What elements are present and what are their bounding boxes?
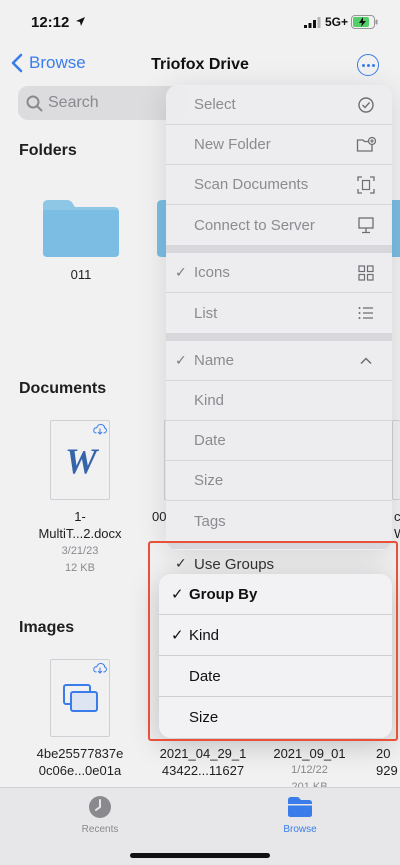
monitor-icon [358, 217, 374, 234]
menu-item-scan-documents[interactable]: Scan Documents [166, 165, 392, 205]
checkmark-icon: ✓ [175, 352, 187, 368]
menu-separator [166, 245, 392, 253]
menu-item-list[interactable]: List [166, 293, 392, 333]
menu-item-icons[interactable]: ✓ Icons [166, 253, 392, 293]
menu-item-sort-name[interactable]: ✓ Name [166, 341, 392, 381]
menu-item-sort-date[interactable]: Date [166, 421, 392, 461]
menu-item-connect-to-server[interactable]: Connect to Server [166, 205, 392, 245]
menu-item-select[interactable]: Select [166, 85, 392, 125]
menu-item-sort-size[interactable]: Size [166, 461, 392, 501]
folder-plus-icon [356, 136, 376, 152]
list-icon [358, 307, 373, 319]
checkmark-icon: ✓ [175, 264, 187, 280]
highlight-annotation [148, 541, 398, 741]
menu-separator [166, 333, 392, 341]
more-options-menu: Select New Folder Scan Documents Connect… [166, 85, 392, 550]
grid-icon [358, 264, 374, 281]
menu-item-sort-kind[interactable]: Kind [166, 381, 392, 421]
checkmark-circle-icon [358, 96, 374, 113]
menu-item-sort-tags[interactable]: Tags [166, 501, 392, 541]
menu-item-new-folder[interactable]: New Folder [166, 125, 392, 165]
chevron-up-icon [360, 356, 372, 364]
scan-doc-icon [357, 175, 375, 194]
